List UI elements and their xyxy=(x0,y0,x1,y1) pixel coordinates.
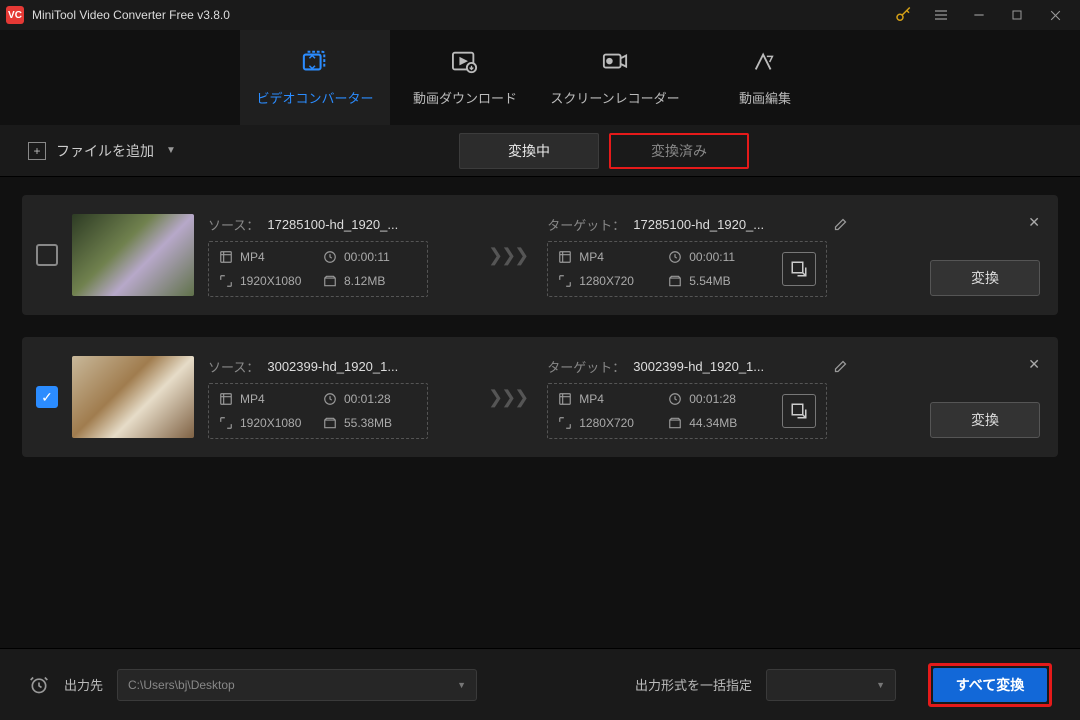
chevron-down-icon: ▼ xyxy=(876,680,885,690)
source-filename: 17285100-hd_1920_... xyxy=(267,217,398,232)
format-icon xyxy=(558,392,572,406)
output-path-select[interactable]: C:\Users\bj\Desktop ▼ xyxy=(117,669,477,701)
footer: 出力先 C:\Users\bj\Desktop ▼ 出力形式を一括指定 ▼ すべ… xyxy=(0,648,1080,720)
source-filename: 3002399-hd_1920_1... xyxy=(267,359,398,374)
output-format-label: 出力形式を一括指定 xyxy=(635,675,752,694)
target-filename: 17285100-hd_1920_... xyxy=(633,217,764,232)
edit-icon[interactable] xyxy=(831,357,849,375)
checkbox[interactable]: ✓ xyxy=(36,386,58,408)
arrows-icon: ❯❯❯ xyxy=(488,387,527,408)
output-path-value: C:\Users\bj\Desktop xyxy=(128,678,235,692)
resolution-icon xyxy=(558,274,572,288)
filesize-icon xyxy=(668,416,682,430)
output-path-label: 出力先 xyxy=(64,675,103,694)
top-nav: ビデオコンバーター 動画ダウンロード スクリーンレコーダー 動画編集 xyxy=(0,30,1080,125)
add-file-label: ファイルを追加 xyxy=(56,141,154,161)
convert-button[interactable]: 変換 xyxy=(930,402,1040,438)
tab-converted[interactable]: 変換済み xyxy=(609,133,749,169)
tab-label: スクリーンレコーダー xyxy=(550,88,679,107)
target-label: ターゲット： xyxy=(547,357,625,376)
checkbox[interactable] xyxy=(36,244,58,266)
list-item: ソース： 17285100-hd_1920_... MP4 00:00:11 1… xyxy=(22,195,1058,315)
source-label: ソース： xyxy=(208,215,259,234)
chevron-down-icon: ▼ xyxy=(457,680,466,690)
tab-screen-recorder[interactable]: スクリーンレコーダー xyxy=(540,30,690,125)
upgrade-key-icon[interactable] xyxy=(884,0,922,30)
app-title: MiniTool Video Converter Free v3.8.0 xyxy=(32,8,230,22)
resolution-icon xyxy=(219,274,233,288)
source-block: ソース： 17285100-hd_1920_... MP4 00:00:11 1… xyxy=(208,213,468,297)
toolbar: + ファイルを追加 ▼ 変換中 変換済み xyxy=(0,125,1080,177)
output-format-select[interactable]: ▼ xyxy=(766,669,896,701)
tab-label: 動画ダウンロード xyxy=(413,88,517,107)
format-icon xyxy=(558,250,572,264)
tab-video-converter[interactable]: ビデオコンバーター xyxy=(240,30,390,125)
tab-video-editor[interactable]: 動画編集 xyxy=(690,30,840,125)
conversion-list: ソース： 17285100-hd_1920_... MP4 00:00:11 1… xyxy=(0,177,1080,648)
source-meta: MP4 00:01:28 1920X1080 55.38MB xyxy=(208,383,428,439)
tab-converting[interactable]: 変換中 xyxy=(459,133,599,169)
list-item: ✓ ソース： 3002399-hd_1920_1... MP4 00:01:28… xyxy=(22,337,1058,457)
arrows-icon: ❯❯❯ xyxy=(488,245,527,266)
target-settings-button[interactable] xyxy=(782,252,816,286)
scheduler-icon[interactable] xyxy=(28,674,50,696)
resolution-icon xyxy=(558,416,572,430)
edit-icon[interactable] xyxy=(831,215,849,233)
plus-icon: + xyxy=(28,142,46,160)
source-label: ソース： xyxy=(208,357,259,376)
target-label: ターゲット： xyxy=(547,215,625,234)
filesize-icon xyxy=(668,274,682,288)
video-thumbnail[interactable] xyxy=(72,356,194,438)
remove-item-button[interactable]: ✕ xyxy=(1028,214,1040,231)
clock-icon xyxy=(668,392,682,406)
filesize-icon xyxy=(323,416,337,430)
titlebar: VC MiniTool Video Converter Free v3.8.0 xyxy=(0,0,1080,30)
convert-button[interactable]: 変換 xyxy=(930,260,1040,296)
convert-all-button[interactable]: すべて変換 xyxy=(933,668,1047,702)
tab-video-download[interactable]: 動画ダウンロード xyxy=(390,30,540,125)
filesize-icon xyxy=(323,274,337,288)
tab-label: ビデオコンバーター xyxy=(256,88,373,107)
minimize-icon[interactable] xyxy=(960,0,998,30)
source-block: ソース： 3002399-hd_1920_1... MP4 00:01:28 1… xyxy=(208,355,468,439)
menu-icon[interactable] xyxy=(922,0,960,30)
close-window-icon[interactable] xyxy=(1036,0,1074,30)
target-block: ターゲット： 17285100-hd_1920_... MP4 00:00:11… xyxy=(547,213,857,297)
app-logo: VC xyxy=(6,6,24,24)
recorder-icon xyxy=(600,48,630,76)
tab-label: 動画編集 xyxy=(739,88,791,107)
maximize-icon[interactable] xyxy=(998,0,1036,30)
format-icon xyxy=(219,250,233,264)
convert-all-highlight: すべて変換 xyxy=(928,663,1052,707)
clock-icon xyxy=(323,250,337,264)
target-meta: MP4 00:01:28 1280X720 44.34MB xyxy=(547,383,827,439)
add-file-button[interactable]: + ファイルを追加 ▼ xyxy=(28,141,176,161)
source-meta: MP4 00:00:11 1920X1080 8.12MB xyxy=(208,241,428,297)
target-block: ターゲット： 3002399-hd_1920_1... MP4 00:01:28… xyxy=(547,355,857,439)
video-thumbnail[interactable] xyxy=(72,214,194,296)
target-settings-button[interactable] xyxy=(782,394,816,428)
clock-icon xyxy=(668,250,682,264)
resolution-icon xyxy=(219,416,233,430)
convert-icon xyxy=(300,48,330,76)
target-filename: 3002399-hd_1920_1... xyxy=(633,359,764,374)
download-icon xyxy=(450,48,480,76)
remove-item-button[interactable]: ✕ xyxy=(1028,356,1040,373)
format-icon xyxy=(219,392,233,406)
editor-icon xyxy=(750,48,780,76)
target-meta: MP4 00:00:11 1280X720 5.54MB xyxy=(547,241,827,297)
clock-icon xyxy=(323,392,337,406)
